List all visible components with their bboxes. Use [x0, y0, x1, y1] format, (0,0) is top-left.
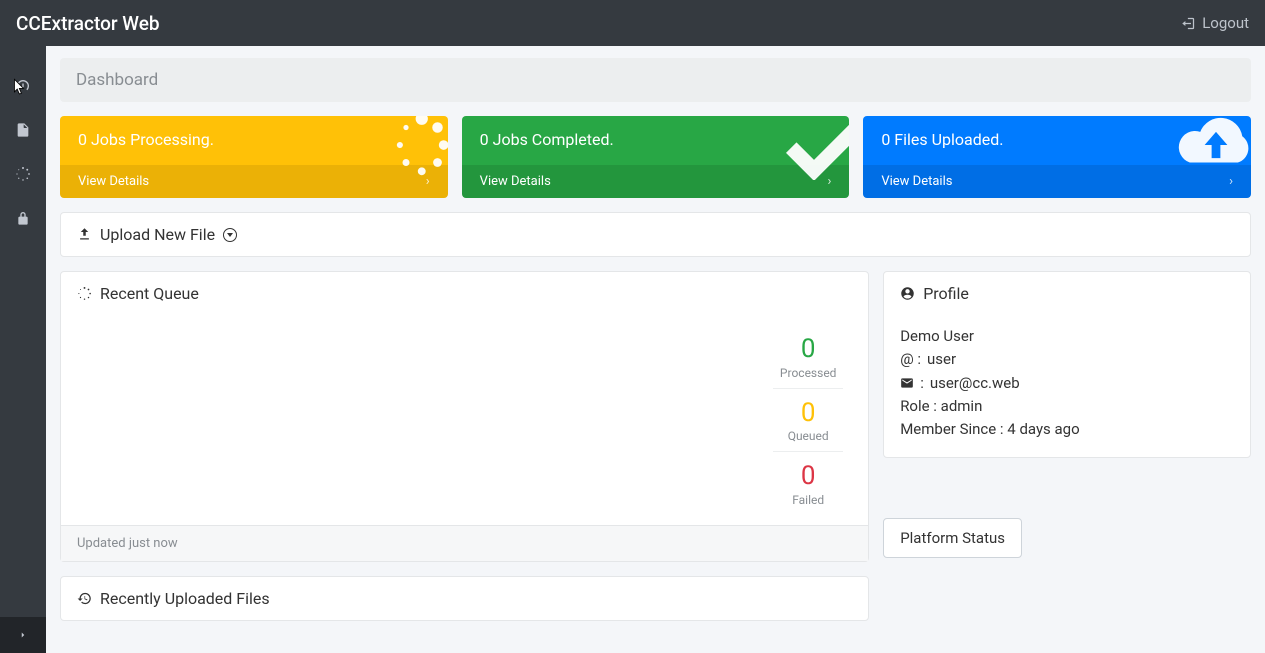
topbar: CCExtractor Web Logout — [0, 0, 1265, 46]
spinner-icon — [15, 166, 31, 182]
envelope-icon — [900, 376, 914, 390]
profile-header: Profile — [884, 272, 1250, 315]
profile-username-line: @ : user — [900, 348, 1234, 371]
upload-icon — [77, 227, 92, 242]
check-deco-icon — [769, 116, 849, 180]
card-files-uploaded: 0 Files Uploaded. View Details › — [863, 116, 1251, 198]
sidebar-item-dashboard[interactable] — [0, 64, 46, 108]
recent-queue-header: Recent Queue — [61, 272, 868, 315]
recent-queue-panel: Recent Queue 0 Processed 0 Queued — [60, 271, 869, 562]
upload-panel: Upload New File — [60, 212, 1251, 257]
spinner-icon — [77, 286, 92, 301]
card-jobs-completed: 0 Jobs Completed. View Details › — [462, 116, 850, 198]
sidebar-item-files[interactable] — [0, 108, 46, 152]
content: Dashboard 0 Jobs Processing. View Detail… — [46, 46, 1265, 653]
stat-processed: 0 Processed — [773, 325, 843, 388]
profile-role: Role : admin — [900, 395, 1234, 418]
sidebar — [0, 46, 46, 653]
logout-button[interactable]: Logout — [1181, 14, 1249, 32]
profile-body: Demo User @ : user : user@cc.web Role : … — [884, 315, 1250, 457]
stat-cards-row: 0 Jobs Processing. View Details › 0 Jobs… — [60, 116, 1251, 198]
upload-label: Upload New File — [100, 225, 215, 244]
platform-status-wrap: Platform Status — [883, 518, 1251, 558]
sidebar-item-queue[interactable] — [0, 152, 46, 196]
user-circle-icon — [900, 286, 915, 301]
sidebar-expand-button[interactable] — [0, 617, 46, 653]
profile-panel: Profile Demo User @ : user : user@cc.web — [883, 271, 1251, 458]
card-jobs-processing: 0 Jobs Processing. View Details › — [60, 116, 448, 198]
queue-body: 0 Processed 0 Queued 0 Failed — [61, 315, 868, 525]
sidebar-item-admin[interactable] — [0, 196, 46, 240]
cloud-upload-deco-icon — [1171, 116, 1251, 180]
recent-files-title: Recently Uploaded Files — [100, 589, 270, 608]
logout-label: Logout — [1202, 14, 1249, 32]
recent-queue-title: Recent Queue — [100, 284, 199, 303]
lock-icon — [15, 210, 31, 226]
chevron-right-icon — [18, 630, 28, 640]
dashboard-icon — [15, 78, 31, 94]
page-title: Dashboard — [76, 70, 1235, 90]
stat-failed: 0 Failed — [773, 451, 843, 515]
recent-files-header: Recently Uploaded Files — [61, 577, 868, 620]
chevron-down-icon — [223, 228, 237, 242]
profile-email-line: : user@cc.web — [900, 372, 1234, 395]
chevron-right-icon: › — [827, 174, 831, 189]
brand: CCExtractor Web — [16, 12, 160, 35]
recent-files-panel: Recently Uploaded Files — [60, 576, 869, 621]
processing-deco-icon — [368, 116, 448, 180]
profile-name: Demo User — [900, 325, 1234, 348]
logout-icon — [1181, 16, 1196, 31]
chevron-right-icon: › — [426, 174, 430, 189]
history-icon — [77, 591, 92, 606]
queue-stats: 0 Processed 0 Queued 0 Failed — [748, 315, 868, 525]
profile-member-since: Member Since : 4 days ago — [900, 418, 1234, 441]
platform-status-button[interactable]: Platform Status — [883, 518, 1022, 558]
file-icon — [15, 122, 31, 138]
upload-new-file-toggle[interactable]: Upload New File — [61, 213, 1250, 256]
stat-queued: 0 Queued — [773, 388, 843, 452]
profile-title: Profile — [923, 284, 969, 303]
chevron-right-icon: › — [1229, 174, 1233, 189]
page-title-bar: Dashboard — [60, 58, 1251, 102]
queue-footer: Updated just now — [61, 525, 868, 561]
